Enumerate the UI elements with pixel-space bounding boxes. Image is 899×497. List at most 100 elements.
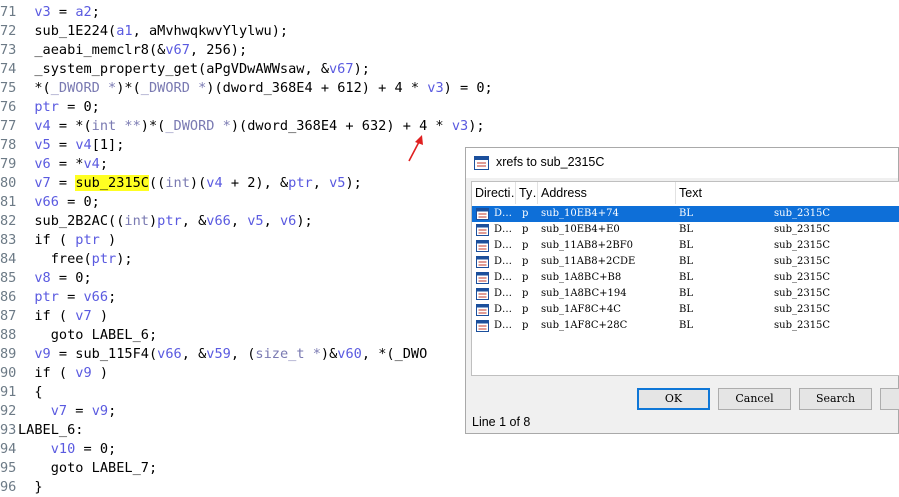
code-token: ) — [99, 232, 117, 248]
code-line[interactable]: 76 ptr = 0; — [0, 98, 100, 117]
code-line[interactable]: 74 _system_property_get(aPgVDwAWWsaw, &v… — [0, 60, 370, 79]
code-token: = 0; — [50, 270, 92, 286]
help-button[interactable] — [880, 388, 899, 410]
xref-direction: D… — [494, 240, 513, 251]
code-token: v4 — [83, 156, 100, 172]
code-token: )& — [320, 346, 338, 362]
xref-target: sub_2315C — [774, 256, 831, 267]
code-token: , — [230, 213, 248, 229]
xref-target: sub_2315C — [774, 304, 831, 315]
column-header-direction[interactable]: Directi… — [472, 182, 516, 204]
code-token: = 0; — [58, 194, 100, 210]
code-line[interactable]: 80 v7 = sub_2315C((int)(v4 + 2), &ptr, v… — [0, 174, 362, 193]
code-line[interactable]: 86 ptr = v66; — [0, 288, 116, 307]
xref-address: sub_11AB8+2CDE — [541, 256, 636, 267]
column-header-text[interactable]: Text — [676, 182, 899, 204]
code-token: v9 — [34, 346, 51, 362]
xref-row[interactable]: D… p sub_10EB4+E0 BL sub_2315C — [472, 222, 899, 238]
code-line[interactable]: 82 sub_2B2AC((int)ptr, &v66, v5, v6); — [0, 212, 313, 231]
xref-row[interactable]: D… p sub_1A8BC+B8 BL sub_2315C — [472, 270, 899, 286]
line-number: 85 — [0, 270, 17, 286]
code-line[interactable]: 87 if ( v7 ) — [0, 307, 108, 326]
code-token: ptr — [157, 213, 182, 229]
xref-row[interactable]: D… p sub_11AB8+2BF0 BL sub_2315C — [472, 238, 899, 254]
xref-entry-icon — [476, 320, 489, 332]
code-line[interactable]: 89 v9 = sub_115F4(v66, &v59, (size_t *)&… — [0, 345, 427, 364]
code-line[interactable]: 84 free(ptr); — [0, 250, 133, 269]
xref-instruction: BL — [679, 288, 693, 299]
code-line[interactable]: 92 v7 = v9; — [0, 402, 116, 421]
code-token: ptr — [288, 175, 313, 191]
line-number: 74 — [0, 61, 17, 77]
code-token: { — [18, 384, 43, 400]
code-token: = — [58, 289, 84, 305]
code-token: ; — [108, 289, 117, 305]
xref-row[interactable]: D… p sub_1A8BC+194 BL sub_2315C — [472, 286, 899, 302]
code-token: = 0; — [75, 441, 117, 457]
line-number: 83 — [0, 232, 17, 248]
column-header-type[interactable]: Ty… — [516, 182, 538, 204]
code-line[interactable]: 95 goto LABEL_7; — [0, 459, 157, 478]
ok-button[interactable]: OK — [637, 388, 710, 410]
code-token: ptr — [91, 251, 117, 267]
code-line[interactable]: 91 { — [0, 383, 43, 402]
xref-type: p — [522, 256, 529, 267]
code-line[interactable]: 72 sub_1E224(a1, aMvhwqkwvYlylwu); — [0, 22, 288, 41]
code-token: v3 — [34, 4, 51, 20]
line-number: 75 — [0, 80, 17, 96]
code-token: _aeabi_memclr8(& — [18, 42, 166, 58]
code-token: v10 — [50, 441, 76, 457]
code-token: goto LABEL_7; — [18, 460, 158, 476]
line-number: 77 — [0, 118, 17, 134]
line-number: 88 — [0, 327, 17, 343]
code-line[interactable]: 94 v10 = 0; — [0, 440, 116, 459]
xref-row[interactable]: D… p sub_1AF8C+4C BL sub_2315C — [472, 302, 899, 318]
code-token: v67 — [165, 42, 190, 58]
code-line[interactable]: 85 v8 = 0; — [0, 269, 92, 288]
code-token: v6 — [279, 213, 297, 229]
code-line[interactable]: 88 goto LABEL_6; — [0, 326, 157, 345]
line-number: 89 — [0, 346, 17, 362]
xref-list-icon — [474, 156, 489, 170]
line-number: 90 — [0, 365, 17, 381]
code-token: LABEL_6: — [18, 422, 84, 438]
xref-row[interactable]: D… p sub_1AF8C+28C BL sub_2315C — [472, 318, 899, 334]
code-token: ); — [116, 251, 133, 267]
code-line[interactable]: 73 _aeabi_memclr8(&v67, 256); — [0, 41, 247, 60]
xref-type: p — [522, 288, 529, 299]
cancel-button[interactable]: Cancel — [718, 388, 791, 410]
code-token: v66 — [157, 346, 182, 362]
code-token: ; — [108, 403, 117, 419]
code-token: ptr — [75, 232, 100, 248]
line-number: 86 — [0, 289, 17, 305]
xref-row[interactable]: D… p sub_10EB4+74 BL sub_2315C — [472, 206, 899, 222]
xref-type: p — [522, 320, 529, 331]
code-line[interactable]: 90 if ( v9 ) — [0, 364, 108, 383]
column-header-address[interactable]: Address — [538, 182, 676, 204]
code-token: int — [124, 213, 149, 229]
line-number: 71 — [0, 4, 17, 20]
code-token: v4 — [75, 137, 92, 153]
line-number: 91 — [0, 384, 17, 400]
code-line[interactable]: 93 LABEL_6: — [0, 421, 83, 440]
code-line[interactable]: 75 *(_DWORD *)*(_DWORD *)(dword_368E4 + … — [0, 79, 493, 98]
xrefs-list[interactable]: Directi… Ty… Address Text D… p sub_10EB4+7… — [471, 181, 899, 376]
xref-row[interactable]: D… p sub_11AB8+2CDE BL sub_2315C — [472, 254, 899, 270]
code-token: ; — [91, 4, 100, 20]
code-token: ; — [99, 156, 109, 172]
search-button[interactable]: Search — [799, 388, 872, 410]
code-line[interactable]: 71 v3 = a2; — [0, 3, 100, 22]
dialog-titlebar[interactable]: xrefs to sub_2315C — [466, 148, 898, 178]
code-line[interactable]: 79 v6 = *v4; — [0, 155, 108, 174]
code-line[interactable]: 96 } — [0, 478, 43, 497]
code-token: a2 — [75, 4, 92, 20]
code-line[interactable]: 81 v66 = 0; — [0, 193, 100, 212]
code-line[interactable]: 83 if ( ptr ) — [0, 231, 116, 250]
code-token: int — [165, 175, 190, 191]
code-line[interactable]: 78 v5 = v4[1]; — [0, 136, 124, 155]
code-token: ) — [148, 213, 158, 229]
code-token: v3 — [427, 80, 444, 96]
